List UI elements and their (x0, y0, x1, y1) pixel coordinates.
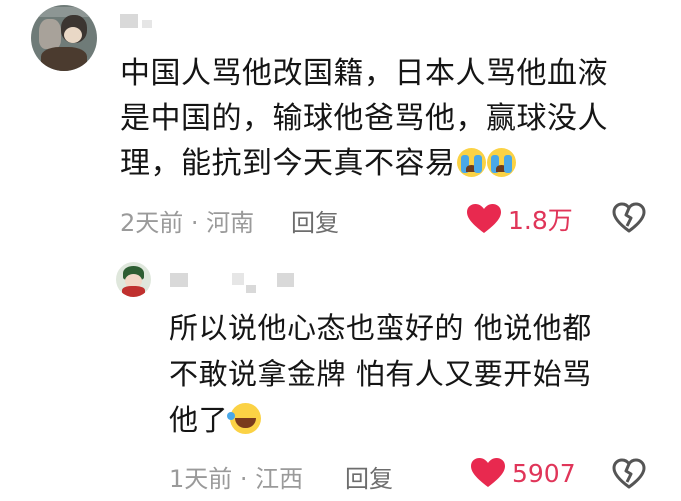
comment-text-line-1: 中国人骂他改国籍，日本人骂他血液 (120, 56, 608, 91)
crying-face-emoji-icon (456, 148, 486, 177)
reply-time-location: 1天前 · 江西 (169, 465, 304, 493)
comment-text-line-3: 理，能抗到今天真不容易 (120, 141, 516, 186)
redacted-block (120, 14, 138, 28)
dislike-heart-icon[interactable] (612, 458, 646, 490)
heart-icon (467, 204, 501, 233)
reply-like-count: 5907 (512, 458, 576, 488)
comment-text-line-3-text: 理，能抗到今天真不容易 (120, 146, 456, 181)
heart-icon (471, 458, 505, 487)
comment-like-count: 1.8万 (508, 206, 573, 235)
reply-like-button[interactable]: 5907 (470, 457, 576, 489)
reply-text-line-2: 不敢说拿金牌 怕有人又要开始骂 (169, 357, 592, 391)
reply-reply-button[interactable]: 回复 (345, 459, 393, 494)
crying-face-emoji-icon (486, 148, 516, 177)
redacted-block (170, 273, 188, 287)
reply-text-line-3: 他了 (169, 397, 262, 443)
commenter-avatar[interactable] (31, 5, 97, 71)
redacted-block (232, 273, 244, 285)
rolling-laugh-emoji-icon (227, 403, 262, 434)
comment-reply-button[interactable]: 回复 (291, 203, 339, 238)
redacted-block (246, 285, 256, 293)
comment-time-location: 2天前 · 河南 (120, 209, 255, 237)
redacted-block (142, 20, 152, 28)
comment-like-button[interactable]: 1.8万 (466, 201, 573, 237)
dislike-heart-icon[interactable] (612, 202, 646, 234)
comment-text-line-2: 是中国的，输球他爸骂他，赢球没人 (120, 101, 608, 136)
reply-text-line-1: 所以说他心态也蛮好的 他说他都 (169, 311, 592, 345)
replier-avatar[interactable] (116, 262, 151, 297)
redacted-block (277, 273, 294, 287)
reply-text-line-3-text: 他了 (169, 403, 229, 437)
